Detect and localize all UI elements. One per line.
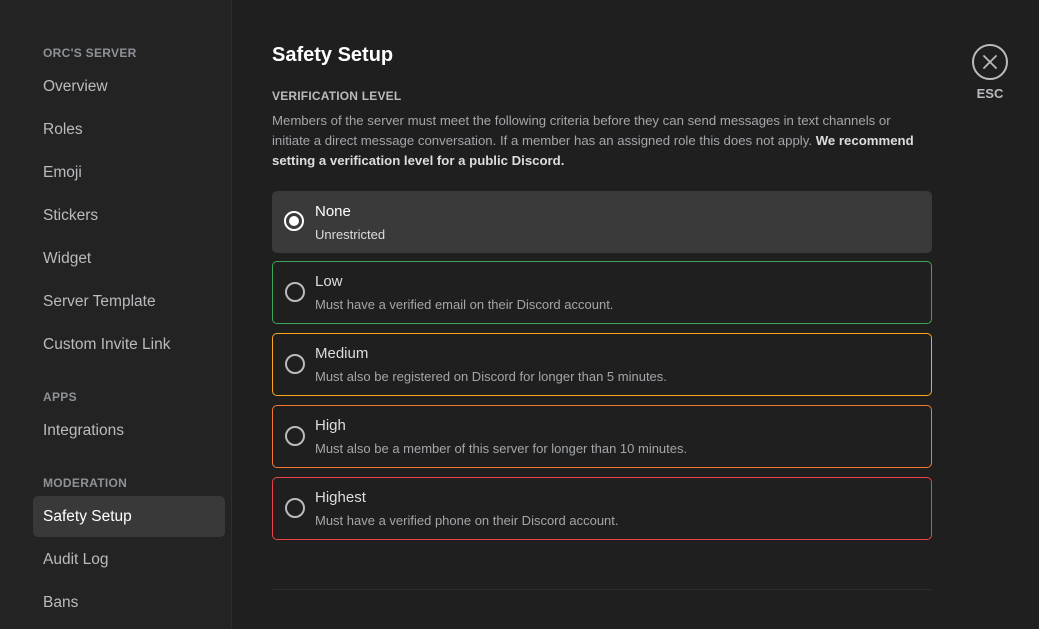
verification-description-text: Members of the server must meet the foll… [272,113,891,148]
option-title: None [315,203,351,220]
option-description: Must have a verified phone on their Disc… [315,513,619,528]
option-title: Medium [315,345,369,362]
sidebar-item-emoji[interactable]: Emoji [33,152,225,193]
verification-level-header: VERIFICATION LEVEL [272,89,402,103]
radio-unselected-icon[interactable] [285,282,305,302]
radio-unselected-icon[interactable] [285,426,305,446]
option-description: Must have a verified email on their Disc… [315,297,614,312]
sidebar-item-audit-log[interactable]: Audit Log [33,539,225,580]
verification-option-none[interactable]: None Unrestricted [272,191,932,253]
option-description: Must also be registered on Discord for l… [315,369,667,384]
sidebar-item-roles[interactable]: Roles [33,109,225,150]
sidebar-item-stickers[interactable]: Stickers [33,195,225,236]
option-title: High [315,417,346,434]
app: ORC'S SERVER Overview Roles Emoji Sticke… [0,0,1039,629]
radio-selected-icon[interactable] [284,211,304,231]
radio-dot [289,216,299,226]
sidebar-section-header-server: ORC'S SERVER [43,46,137,60]
sidebar-item-overview[interactable]: Overview [33,66,225,107]
close-icon [983,55,997,69]
sidebar-section-header-apps: APPS [43,390,77,404]
verification-option-highest[interactable]: Highest Must have a verified phone on th… [272,477,932,540]
option-title: Low [315,273,343,290]
verification-description: Members of the server must meet the foll… [272,111,932,171]
main-content: Safety Setup VERIFICATION LEVEL Members … [232,0,1039,629]
verification-option-low[interactable]: Low Must have a verified email on their … [272,261,932,324]
close-button[interactable] [972,44,1008,80]
sidebar-item-bans[interactable]: Bans [33,582,225,623]
page-title: Safety Setup [272,44,394,66]
sidebar-item-custom-invite-link[interactable]: Custom Invite Link [33,324,225,365]
option-description: Unrestricted [315,227,386,242]
sidebar-section-header-moderation: MODERATION [43,476,128,490]
sidebar: ORC'S SERVER Overview Roles Emoji Sticke… [0,0,232,629]
section-divider [272,589,932,590]
radio-unselected-icon[interactable] [285,354,305,374]
sidebar-nav: ORC'S SERVER Overview Roles Emoji Sticke… [33,44,225,625]
option-title: Highest [315,489,366,506]
sidebar-item-integrations[interactable]: Integrations [33,410,225,451]
radio-unselected-icon[interactable] [285,498,305,518]
option-description: Must also be a member of this server for… [315,441,688,456]
esc-label: ESC [976,86,1004,101]
sidebar-item-safety-setup[interactable]: Safety Setup [33,496,225,537]
verification-option-medium[interactable]: Medium Must also be registered on Discor… [272,333,932,396]
close-control: ESC [972,44,1008,101]
sidebar-item-widget[interactable]: Widget [33,238,225,279]
verification-option-high[interactable]: High Must also be a member of this serve… [272,405,932,468]
sidebar-item-server-template[interactable]: Server Template [33,281,225,322]
